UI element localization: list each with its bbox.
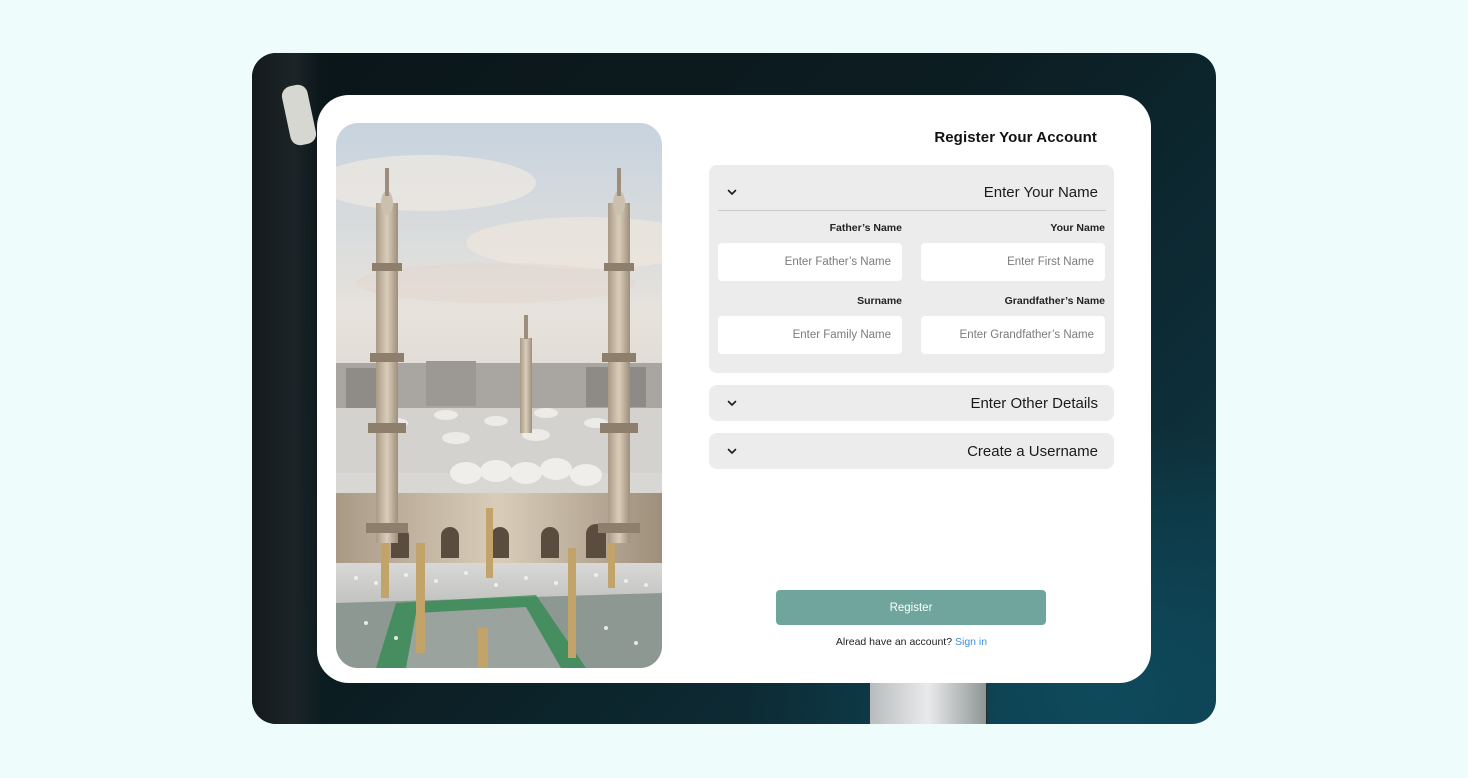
accordion-header-username[interactable]: Create a Username [709,433,1114,469]
mosque-photo [336,123,662,668]
accordion-other-details-section: Enter Other Details [709,385,1114,421]
chevron-down-icon [727,448,737,454]
accordion-name-section: Enter Your Name Father’s Name Your Name … [709,165,1114,373]
signin-prompt: Alread have an account? Sign in [709,636,1114,648]
background-building-light [870,683,986,724]
signin-link[interactable]: Sign in [955,636,987,648]
accordion-header-other-details[interactable]: Enter Other Details [709,385,1114,421]
fathers-name-input[interactable] [718,243,902,281]
accordion-header-label: Enter Your Name [983,183,1098,201]
background-pillar [252,53,322,724]
surname-label: Surname [857,295,902,307]
accordion-username-section: Create a Username [709,433,1114,469]
accordion-header-label: Enter Other Details [970,394,1098,412]
grandfathers-name-input[interactable] [921,316,1105,354]
first-name-input[interactable] [921,243,1105,281]
register-card: Register Your Account Enter Your Name Fa… [317,95,1151,683]
register-form: Register Your Account Enter Your Name Fa… [709,95,1114,683]
fathers-name-label: Father’s Name [829,222,902,234]
grandfathers-name-label: Grandfather’s Name [1004,295,1105,307]
page-title: Register Your Account [934,129,1097,146]
family-name-input[interactable] [718,316,902,354]
register-button[interactable]: Register [776,590,1046,625]
your-name-label: Your Name [1050,222,1105,234]
signin-prompt-text: Alread have an account? [835,636,953,648]
chevron-down-icon [727,400,737,406]
chevron-down-icon [727,189,737,195]
accordion-header-label: Create a Username [967,442,1098,460]
accordion-header-name[interactable]: Enter Your Name [709,174,1114,210]
divider [718,210,1106,211]
